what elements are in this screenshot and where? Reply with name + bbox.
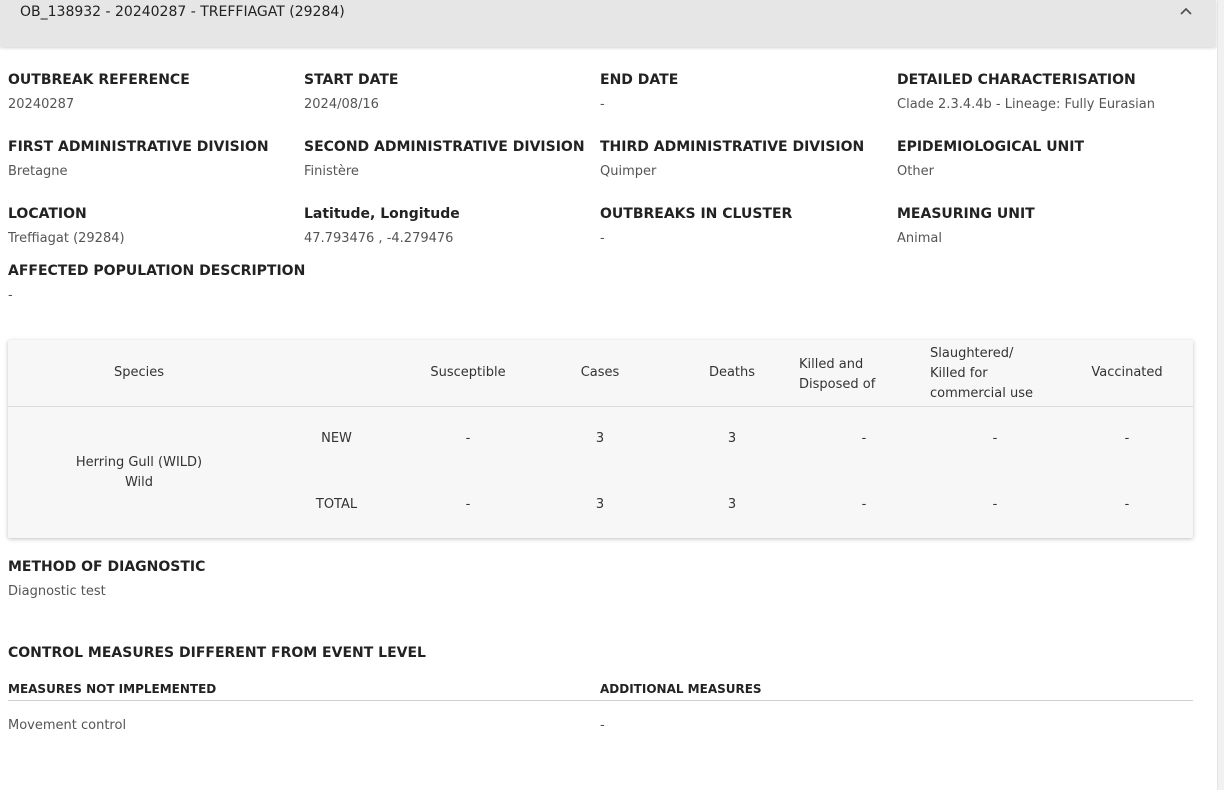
field-label: MEASURING UNIT — [897, 206, 1035, 222]
header-line: Killed and — [799, 357, 864, 372]
field-value: - — [8, 288, 13, 303]
field-detailed-characterisation: DETAILED CHARACTERISATION Clade 2.3.4.4b… — [897, 72, 1187, 112]
field-value: Clade 2.3.4.4b - Lineage: Fully Eurasian — [897, 97, 1155, 112]
field-label: SECOND ADMINISTRATIVE DIVISION — [304, 139, 585, 155]
col-header-vaccinated: Vaccinated — [1091, 365, 1163, 380]
field-label: END DATE — [600, 72, 679, 88]
scrollbar[interactable] — [1217, 0, 1224, 790]
header-divider — [8, 406, 1193, 407]
field-value: Quimper — [600, 164, 657, 179]
cell-susceptible: - — [465, 497, 471, 512]
field-value: 20240287 — [8, 97, 75, 112]
row-label: NEW — [321, 431, 352, 446]
cell-susceptible: - — [465, 431, 471, 446]
outbreak-panel-header[interactable]: OB_138932 - 20240287 - TREFFIAGAT (29284… — [0, 0, 1216, 47]
col-header-slaughtered: Slaughtered/ Killed for commercial use — [930, 344, 1060, 404]
field-value: - — [600, 97, 605, 112]
field-end-date: END DATE - — [600, 72, 890, 112]
control-measures-title: CONTROL MEASURES DIFFERENT FROM EVENT LE… — [8, 645, 426, 661]
cell-slaughtered: - — [992, 431, 998, 446]
cell-vaccinated: - — [1124, 431, 1130, 446]
field-label: OUTBREAK REFERENCE — [8, 72, 190, 88]
cell-deaths: 3 — [727, 497, 737, 512]
control-measures-divider — [8, 700, 1193, 701]
cell-vaccinated: - — [1124, 497, 1130, 512]
field-third-admin-division: THIRD ADMINISTRATIVE DIVISION Quimper — [600, 139, 890, 179]
chevron-up-icon[interactable] — [1178, 4, 1194, 20]
field-value: - — [600, 231, 605, 246]
measures-not-implemented-value: Movement control — [8, 718, 127, 733]
field-second-admin-division: SECOND ADMINISTRATIVE DIVISION Finistère — [304, 139, 594, 179]
field-label: LOCATION — [8, 206, 87, 222]
field-location: LOCATION Treffiagat (29284) — [8, 206, 298, 246]
additional-measures-header: ADDITIONAL MEASURES — [600, 682, 762, 696]
row-label: TOTAL — [315, 497, 358, 512]
additional-measures-value: - — [600, 718, 605, 733]
cell-cases: 3 — [595, 497, 605, 512]
col-header-killed-disposed: Killed and Disposed of — [799, 355, 929, 395]
header-line: Killed for — [930, 366, 988, 381]
field-label: OUTBREAKS IN CLUSTER — [600, 206, 793, 222]
species-table: Species Susceptible Cases Deaths Killed … — [8, 340, 1193, 538]
field-start-date: START DATE 2024/08/16 — [304, 72, 594, 112]
cell-cases: 3 — [595, 431, 605, 446]
measures-not-implemented-header: MEASURES NOT IMPLEMENTED — [8, 682, 217, 696]
field-value: Diagnostic test — [8, 584, 106, 599]
field-first-admin-division: FIRST ADMINISTRATIVE DIVISION Bretagne — [8, 139, 298, 179]
field-label: Latitude, Longitude — [304, 206, 460, 222]
header-line: Disposed of — [799, 377, 876, 392]
field-epidemiological-unit: EPIDEMIOLOGICAL UNIT Other — [897, 139, 1187, 179]
field-affected-population: AFFECTED POPULATION DESCRIPTION - — [8, 263, 306, 303]
field-label: FIRST ADMINISTRATIVE DIVISION — [8, 139, 269, 155]
field-outbreak-reference: OUTBREAK REFERENCE 20240287 — [8, 72, 298, 112]
species-cell: Herring Gull (WILD) Wild — [8, 453, 270, 493]
field-label: EPIDEMIOLOGICAL UNIT — [897, 139, 1085, 155]
field-outbreaks-in-cluster: OUTBREAKS IN CLUSTER - — [600, 206, 890, 246]
field-value: 2024/08/16 — [304, 97, 379, 112]
cell-slaughtered: - — [992, 497, 998, 512]
field-value: Bretagne — [8, 164, 68, 179]
cell-killed: - — [861, 497, 867, 512]
field-label: THIRD ADMINISTRATIVE DIVISION — [600, 139, 865, 155]
cell-deaths: 3 — [727, 431, 737, 446]
field-value: Treffiagat (29284) — [8, 231, 125, 246]
field-label: START DATE — [304, 72, 399, 88]
species-type: Wild — [124, 475, 154, 490]
cell-killed: - — [861, 431, 867, 446]
field-value: Other — [897, 164, 934, 179]
header-line: Slaughtered/ — [930, 346, 1014, 361]
field-value: Finistère — [304, 164, 359, 179]
field-measuring-unit: MEASURING UNIT Animal — [897, 206, 1187, 246]
field-value: 47.793476 , -4.279476 — [304, 231, 454, 246]
header-line: commercial use — [930, 386, 1033, 401]
field-label: AFFECTED POPULATION DESCRIPTION — [8, 263, 306, 279]
col-header-deaths: Deaths — [708, 365, 756, 380]
outbreak-title: OB_138932 - 20240287 - TREFFIAGAT (29284… — [20, 4, 345, 20]
col-header-species: Species — [113, 365, 165, 380]
field-value: Animal — [897, 231, 942, 246]
field-label: DETAILED CHARACTERISATION — [897, 72, 1136, 88]
species-name: Herring Gull (WILD) — [75, 455, 203, 470]
field-method-of-diagnostic: METHOD OF DIAGNOSTIC Diagnostic test — [8, 559, 298, 599]
field-label: METHOD OF DIAGNOSTIC — [8, 559, 206, 575]
col-header-susceptible: Susceptible — [430, 365, 506, 380]
col-header-cases: Cases — [580, 365, 620, 380]
field-lat-long: Latitude, Longitude 47.793476 , -4.27947… — [304, 206, 594, 246]
